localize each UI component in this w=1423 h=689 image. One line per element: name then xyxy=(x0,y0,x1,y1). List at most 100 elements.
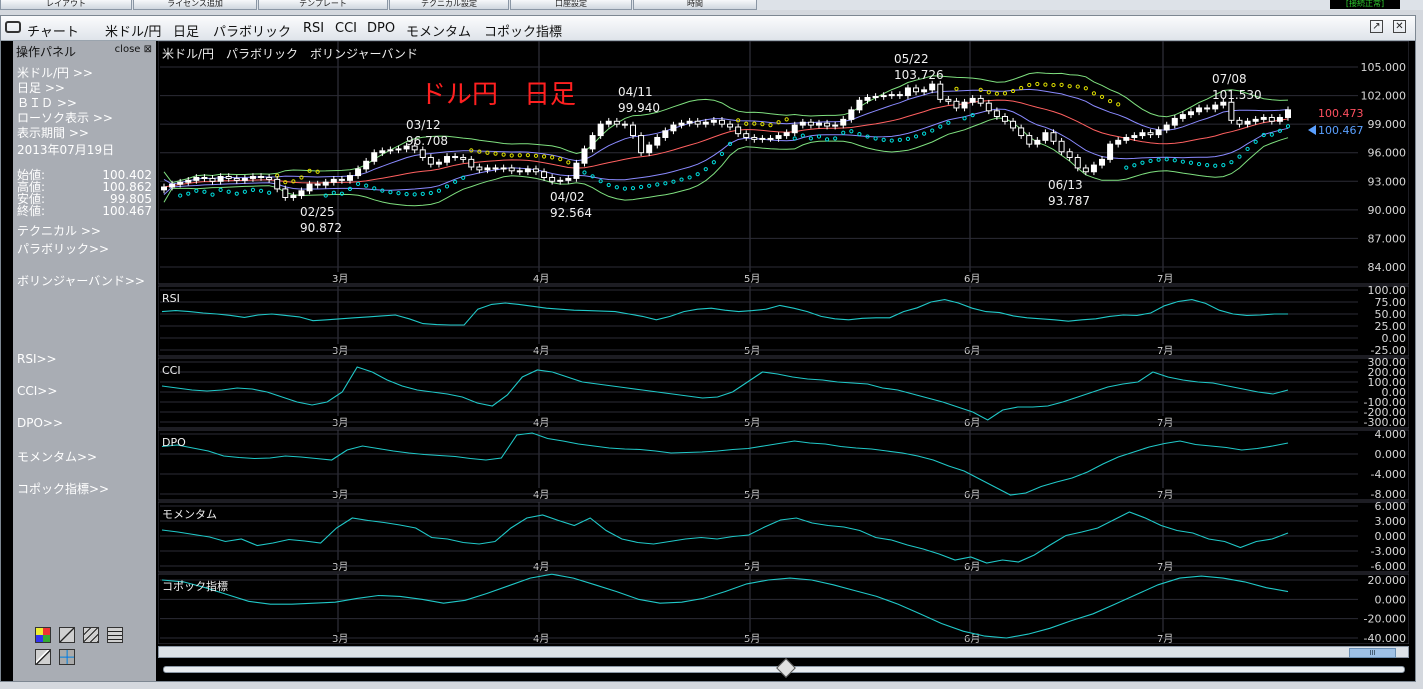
panel-coppock[interactable]: コポック指標>> xyxy=(17,480,109,497)
annotation-date: 04/02 xyxy=(550,190,585,204)
candle xyxy=(1204,107,1211,110)
panel-cci[interactable]: CCI>> xyxy=(17,384,57,398)
close-window-icon[interactable]: ✕ xyxy=(1393,20,1406,33)
control-panel: 操作パネル close ⊠ 米ドル/円 >> 日足 >> ＢＩＤ >> ローソク… xyxy=(13,41,156,681)
color-palette-icon[interactable] xyxy=(35,627,51,643)
scrollbar-thumb[interactable]: III xyxy=(1349,648,1396,658)
tab-template[interactable]: テンプレート xyxy=(258,0,388,10)
candle xyxy=(274,178,281,190)
menu-symbol[interactable]: 米ドル/円 xyxy=(105,21,161,40)
menu-chart[interactable]: チャート xyxy=(27,21,79,40)
y-tick-label: -20.000 xyxy=(1364,613,1406,626)
candle xyxy=(363,160,370,170)
candle xyxy=(840,118,847,126)
popout-icon[interactable]: ↗ xyxy=(1370,20,1383,33)
panel-bollinger[interactable]: ボリンジャーバンド>> xyxy=(17,272,145,289)
menu-momentum[interactable]: モメンタム xyxy=(406,21,471,40)
y-tick-label: 87.000 xyxy=(1368,232,1407,245)
tab-license[interactable]: ライセンス追加 xyxy=(133,0,257,10)
candle xyxy=(524,168,531,173)
candle xyxy=(1074,156,1081,169)
annotation-value: 90.872 xyxy=(300,221,342,235)
menu-cci[interactable]: CCI xyxy=(335,21,357,36)
candle xyxy=(1260,116,1267,120)
trendline-icon[interactable] xyxy=(59,627,75,643)
panel-technical[interactable]: テクニカル >> xyxy=(17,222,101,239)
candle xyxy=(702,121,709,125)
menu-rsi[interactable]: RSI xyxy=(303,21,324,36)
candle xyxy=(1236,119,1243,125)
month-label: 7月 xyxy=(1157,345,1173,357)
panel-rsi[interactable]: RSI>> xyxy=(17,352,57,366)
candle xyxy=(783,132,790,137)
panel-momentum[interactable]: モメンタム>> xyxy=(17,448,97,465)
candle xyxy=(759,137,766,140)
candle xyxy=(896,94,903,97)
annotation-value: 92.564 xyxy=(550,206,592,220)
annotation-date: 03/12 xyxy=(406,118,441,132)
month-label: 3月 xyxy=(332,561,348,573)
menu-dpo[interactable]: DPO xyxy=(367,21,395,36)
tab-technical-settings[interactable]: テクニカル設定 xyxy=(389,0,509,10)
candle xyxy=(945,98,952,102)
candle xyxy=(872,96,879,99)
month-label: 7月 xyxy=(1157,273,1173,285)
candle xyxy=(815,122,822,126)
tab-account-settings[interactable]: 口座設定 xyxy=(510,0,632,10)
month-label: 6月 xyxy=(964,417,980,429)
candle xyxy=(880,95,887,98)
candle xyxy=(298,190,305,197)
y-tick-label: 6.000 xyxy=(1375,500,1407,513)
panel-period[interactable]: 表示期間 >> xyxy=(17,124,89,141)
candle xyxy=(678,122,685,126)
candle xyxy=(1050,132,1057,142)
month-label: 4月 xyxy=(533,489,549,501)
annotation-date: 04/11 xyxy=(618,85,653,99)
menu-timeframe[interactable]: 日足 xyxy=(173,21,199,40)
candle xyxy=(937,83,944,100)
month-label: 6月 xyxy=(964,273,980,285)
menu-parabolic[interactable]: パラボリック xyxy=(213,21,291,40)
candle xyxy=(573,162,580,179)
horizontal-lines-icon[interactable] xyxy=(107,627,123,643)
candle xyxy=(1082,167,1089,173)
month-label: 3月 xyxy=(332,417,348,429)
eraser-icon[interactable] xyxy=(35,649,51,665)
month-label: 3月 xyxy=(332,273,348,285)
candle xyxy=(686,120,693,124)
candle xyxy=(1244,120,1251,125)
candle xyxy=(1268,116,1275,122)
month-label: 5月 xyxy=(744,417,760,429)
month-label: 6月 xyxy=(964,561,980,573)
parallel-lines-icon[interactable] xyxy=(83,627,99,643)
annotation-date: 06/13 xyxy=(1048,178,1083,192)
panel-dpo[interactable]: DPO>> xyxy=(17,416,63,430)
candle xyxy=(1107,143,1114,160)
candle xyxy=(427,156,434,165)
horizontal-scrollbar[interactable]: III xyxy=(158,646,1409,658)
annotation-value: 93.787 xyxy=(1048,194,1090,208)
chart-area[interactable]: 3月 4月 5月 6月 7月 105.000 102.000 99.000 96.000 93.0… xyxy=(158,41,1409,644)
candle xyxy=(225,176,232,179)
y-tick-label: -3.000 xyxy=(1371,545,1406,558)
candle xyxy=(306,183,313,192)
candle xyxy=(1123,136,1130,141)
panel-close-button[interactable]: close ⊠ xyxy=(115,44,152,55)
candle xyxy=(597,123,604,137)
candle xyxy=(718,119,725,125)
y-tick-label: -40.000 xyxy=(1364,632,1406,644)
candle xyxy=(961,101,968,109)
candle xyxy=(266,176,273,180)
menu-coppock[interactable]: コポック指標 xyxy=(484,21,562,40)
chart-menubar: チャート 米ドル/円 日足 パラボリック RSI CCI DPO モメンタム コ… xyxy=(1,16,1415,41)
crosshair-icon[interactable] xyxy=(59,649,75,665)
tab-layout[interactable]: レイアウト xyxy=(0,0,132,10)
candle xyxy=(468,158,475,168)
candle xyxy=(565,177,572,181)
panel-parabolic[interactable]: パラボリック>> xyxy=(17,240,109,257)
tab-time[interactable]: 時間 xyxy=(633,0,757,10)
candle xyxy=(209,177,216,182)
period-slider-thumb[interactable] xyxy=(776,658,796,678)
chart-title: ドル円 日足 xyxy=(420,80,576,110)
candle xyxy=(751,136,758,140)
